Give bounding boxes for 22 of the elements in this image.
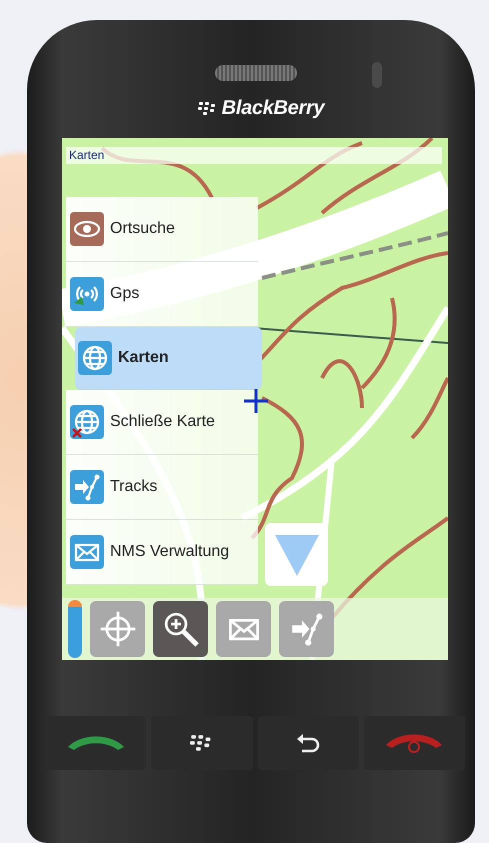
menu-item[interactable]: Karten (75, 327, 262, 390)
back-arrow-icon (296, 733, 320, 753)
envelope-icon (70, 535, 104, 569)
camera-lens (372, 62, 382, 88)
toolbar-handle[interactable] (68, 600, 82, 658)
toolbar-button[interactable] (153, 601, 208, 657)
menu-item[interactable]: NMS Verwaltung (66, 520, 258, 585)
crosshair-icon (244, 389, 268, 413)
screen-title: Karten (66, 147, 442, 164)
signal-icon (70, 277, 104, 311)
eye-icon (70, 212, 104, 246)
menu-item[interactable]: Gps (66, 262, 258, 327)
globe-icon (70, 405, 104, 439)
route-icon (70, 470, 104, 504)
end-call-button[interactable] (364, 716, 465, 770)
brand-logo-text: BlackBerry (222, 97, 324, 120)
globe-icon (78, 341, 112, 375)
blackberry-logo-icon (198, 102, 218, 116)
scroll-down-button[interactable] (265, 523, 328, 586)
menu-item[interactable]: Ortsuche (66, 197, 258, 262)
menu-item[interactable]: Schließe Karte (66, 390, 258, 455)
menu-item[interactable]: Tracks (66, 455, 258, 520)
